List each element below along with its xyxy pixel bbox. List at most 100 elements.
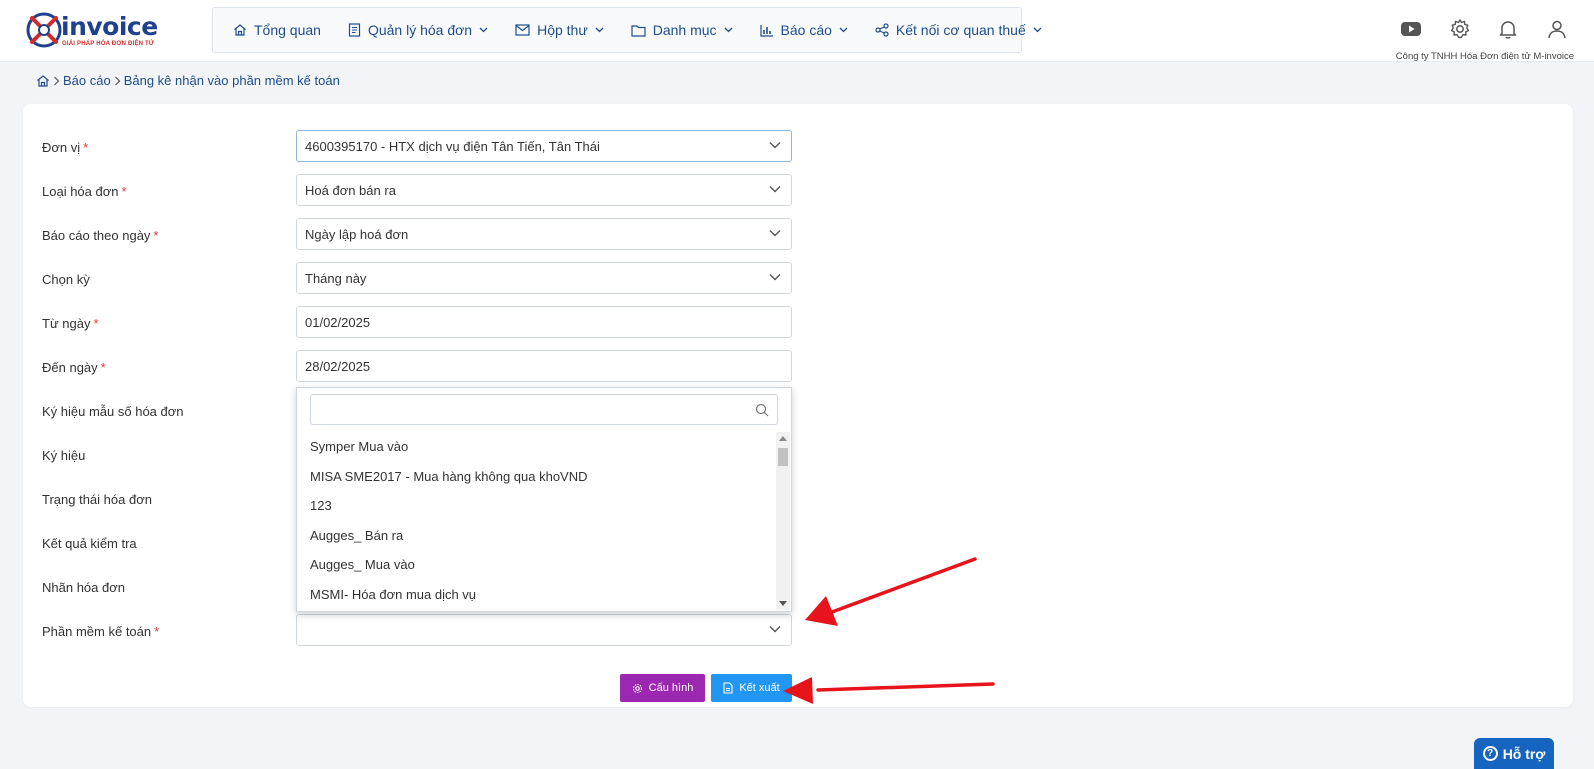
- field-phan-mem-ke-toan-select[interactable]: [296, 614, 792, 646]
- dropdown-option[interactable]: Augges_ Mua vào: [297, 550, 777, 580]
- nav-item-mailbox[interactable]: Hộp thư: [515, 22, 604, 38]
- label-text: Trạng thái hóa đơn: [42, 492, 152, 507]
- required-mark: *: [121, 184, 127, 199]
- field-don-vi-select[interactable]: 4600395170 - HTX dịch vụ điện Tân Tiến, …: [296, 130, 792, 162]
- breadcrumb: Báo cáo Bảng kê nhận vào phần mềm kế toá…: [36, 73, 340, 88]
- label-text: Kết quả kiểm tra: [42, 536, 137, 551]
- brand-logo[interactable]: invoice GIẢI PHÁP HÓA ĐƠN ĐIỆN TỬ: [24, 10, 174, 52]
- label-text: Chọn kỳ: [42, 272, 90, 287]
- field-tu-ngay-date-input[interactable]: 01/02/2025: [296, 306, 792, 338]
- top-header: invoice GIẢI PHÁP HÓA ĐƠN ĐIỆN TỬ Tổng q…: [0, 0, 1594, 62]
- help-button-label: Hỗ trợ: [1502, 745, 1546, 762]
- nav-item-label: Quản lý hóa đơn: [367, 22, 473, 38]
- share-icon: [875, 23, 889, 37]
- user-icon[interactable]: [1546, 18, 1568, 40]
- required-mark: *: [93, 316, 99, 331]
- dropdown-option[interactable]: MSMI- Hóa đơn mua dịch vụ: [297, 580, 777, 610]
- field-value: 28/02/2025: [305, 358, 371, 374]
- chevron-down-icon: [1033, 27, 1042, 33]
- required-mark: *: [153, 228, 159, 243]
- export-button-label: Kết xuất: [739, 682, 780, 694]
- dropdown-option[interactable]: Augges_ Bán ra: [297, 521, 777, 551]
- youtube-icon[interactable]: [1399, 18, 1423, 40]
- label-text: Ký hiệu mẫu số hóa đơn: [42, 404, 184, 419]
- report-form-card: [23, 104, 1573, 707]
- field-tu-ngay-label: Từ ngày *: [42, 316, 99, 331]
- document-icon: [348, 23, 361, 37]
- dropdown-option[interactable]: Symper Mua vào: [297, 432, 777, 462]
- gear-icon: [632, 683, 642, 693]
- field-nhan-hoa-don-label: Nhãn hóa đơn: [42, 580, 125, 595]
- field-ky-hieu-label: Ký hiệu: [42, 448, 85, 463]
- label-text: Loại hóa đơn: [42, 184, 119, 199]
- field-value: Hoá đơn bán ra: [305, 182, 396, 198]
- chevron-down-icon: [769, 186, 781, 193]
- field-phan-mem-ke-toan-label: Phần mềm kế toán *: [42, 624, 159, 639]
- logo-wordmark: invoice: [61, 12, 158, 41]
- help-icon: ?: [1482, 746, 1498, 761]
- bar-chart-icon: [759, 24, 773, 37]
- nav-item-overview[interactable]: Tổng quan: [233, 22, 321, 38]
- field-ky-hieu-mau-so-hoa-don-label: Ký hiệu mẫu số hóa đơn: [42, 404, 184, 419]
- chevron-down-icon: [769, 230, 781, 237]
- field-bao-cao-theo-ngay-select[interactable]: Ngày lập hoá đơn: [296, 218, 792, 250]
- chevron-right-icon: [54, 76, 60, 85]
- dropdown-option[interactable]: 123: [297, 491, 777, 521]
- search-icon: [755, 403, 769, 417]
- dropdown-options: Symper Mua vào MISA SME2017 - Mua hàng kh…: [297, 432, 777, 610]
- label-text: Nhãn hóa đơn: [42, 580, 125, 595]
- folder-icon: [631, 24, 646, 37]
- nav-item-label: Danh mục: [652, 22, 717, 38]
- nav-item-catalog[interactable]: Danh mục: [631, 22, 733, 38]
- label-text: Báo cáo theo ngày: [42, 228, 151, 243]
- chevron-down-icon: [595, 27, 604, 33]
- config-button-label: Cấu hình: [648, 682, 694, 694]
- gear-icon[interactable]: [1449, 18, 1471, 40]
- home-icon[interactable]: [36, 74, 50, 87]
- scroll-down-icon[interactable]: [779, 601, 787, 606]
- breadcrumb-item-current: Bảng kê nhận vào phần mềm kế toán: [123, 73, 340, 88]
- nav-item-tax-connection[interactable]: Kết nối cơ quan thuế: [875, 22, 1042, 38]
- breadcrumb-item-reports[interactable]: Báo cáo: [63, 73, 111, 88]
- company-name: Công ty TNHH Hóa Đơn điện tử M-invoice: [1395, 51, 1574, 62]
- field-value: 4600395170 - HTX dịch vụ điện Tân Tiến, …: [305, 138, 600, 154]
- field-value: 01/02/2025: [305, 314, 371, 330]
- chevron-down-icon: [769, 142, 781, 149]
- nav-item-label: Tổng quan: [254, 22, 321, 38]
- dropdown-search-input[interactable]: [310, 394, 778, 425]
- dropdown-option[interactable]: MISA SME2017 - Mua hàng không qua khoVND: [297, 462, 777, 492]
- header-actions: [1374, 18, 1594, 44]
- chevron-down-icon: [724, 27, 732, 33]
- scrollbar-thumb[interactable]: [778, 448, 788, 466]
- accounting-software-dropdown: Symper Mua vào MISA SME2017 - Mua hàng kh…: [296, 387, 792, 612]
- logo-tagline: GIẢI PHÁP HÓA ĐƠN ĐIỆN TỬ: [62, 41, 155, 47]
- chevron-down-icon: [769, 626, 781, 633]
- mail-icon: [515, 24, 530, 36]
- scroll-up-icon[interactable]: [779, 436, 787, 441]
- chevron-down-icon: [769, 274, 781, 281]
- required-mark: *: [154, 624, 160, 639]
- field-loai-hoa-don-select[interactable]: Hoá đơn bán ra: [296, 174, 792, 206]
- field-chon-ky-select[interactable]: Tháng này: [296, 262, 792, 294]
- config-button[interactable]: Cấu hình: [620, 674, 705, 702]
- help-button[interactable]: ? Hỗ trợ: [1474, 738, 1554, 769]
- field-bao-cao-theo-ngay-label: Báo cáo theo ngày *: [42, 228, 158, 243]
- field-ket-qua-kiem-tra-label: Kết quả kiểm tra: [42, 536, 137, 551]
- field-value: Ngày lập hoá đơn: [305, 226, 409, 242]
- field-den-ngay-date-input[interactable]: 28/02/2025: [296, 350, 792, 382]
- bell-icon[interactable]: [1497, 18, 1519, 40]
- home-icon: [234, 24, 246, 36]
- dropdown-scrollbar[interactable]: [776, 432, 790, 610]
- field-don-vi-label: Đơn vị *: [42, 140, 88, 155]
- main-nav: Tổng quan Quản lý hóa đơn Hộp thư Danh m…: [212, 7, 1042, 53]
- export-button[interactable]: Kết xuất: [711, 674, 792, 702]
- field-den-ngay-label: Đến ngày *: [42, 360, 106, 375]
- chevron-down-icon: [839, 27, 848, 33]
- nav-item-label: Hộp thư: [537, 22, 588, 38]
- nav-item-reports[interactable]: Báo cáo: [759, 22, 848, 38]
- field-chon-ky-label: Chọn kỳ: [42, 272, 90, 287]
- nav-item-invoice-management[interactable]: Quản lý hóa đơn: [348, 22, 488, 38]
- logo-mark-icon: [26, 12, 62, 48]
- label-text: Phần mềm kế toán: [42, 624, 152, 639]
- nav-item-label: Kết nối cơ quan thuế: [895, 22, 1026, 38]
